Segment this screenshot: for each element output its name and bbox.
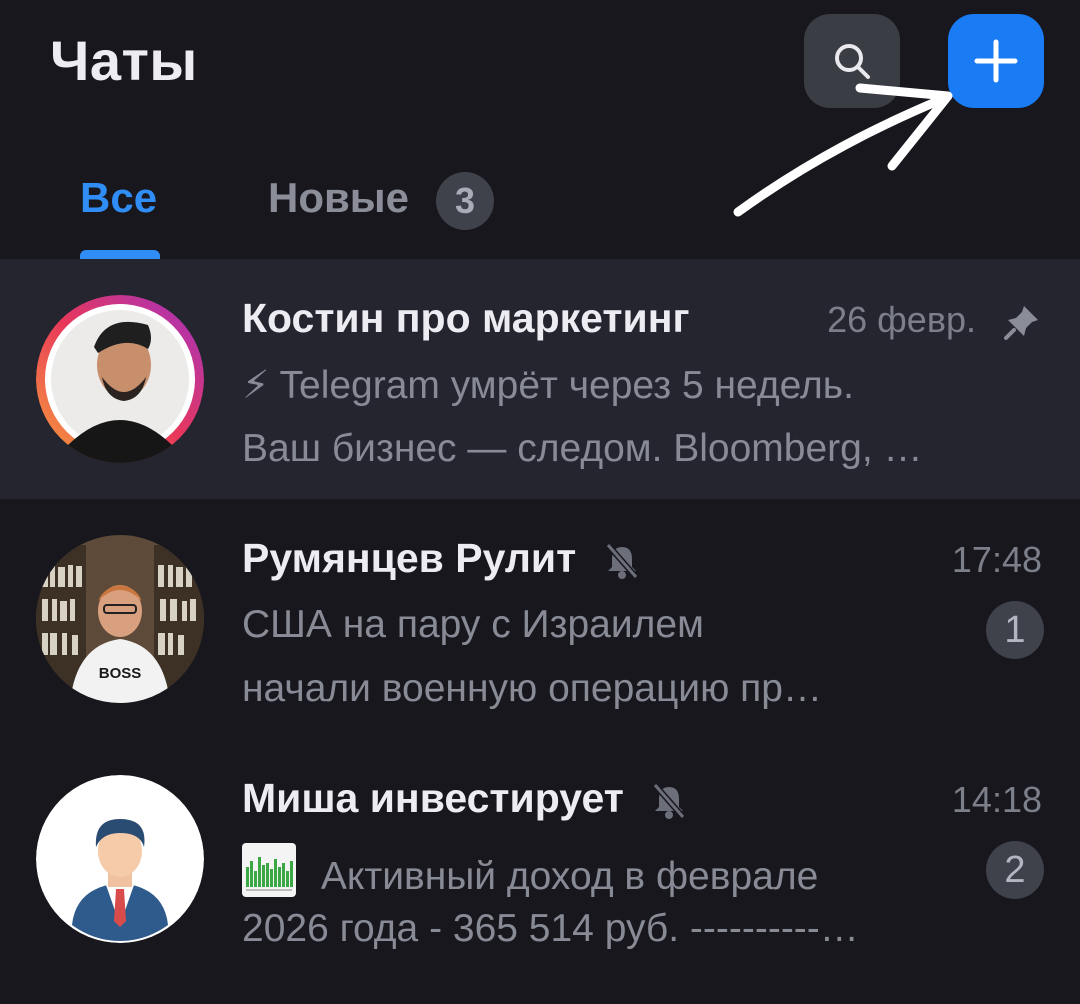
chat-item-rumyantsev[interactable]: BOSS Румянцев Рулит 17:48 США на пару с … (0, 499, 1080, 739)
chat-name-text: Костин про маркетинг (242, 295, 690, 341)
muted-bell-icon (652, 783, 686, 820)
chat-item-kostin[interactable]: Костин про маркетинг 26 февр. ⚡ Telegram… (0, 259, 1080, 499)
chat-name: Миша инвестирует (242, 775, 689, 822)
chat-date: 26 февр. (827, 299, 1042, 342)
new-chat-button[interactable] (948, 14, 1044, 108)
page-title: Чаты (50, 29, 198, 92)
message-preview-line2: 2026 года - 365 514 руб. ----------… (242, 907, 859, 950)
chat-name: Румянцев Рулит (242, 535, 642, 582)
chat-date-text: 26 февр. (827, 299, 976, 340)
message-preview-line2: Ваш бизнес — следом. Bloomberg, … (242, 427, 923, 470)
chat-date: 14:18 (951, 779, 1042, 820)
chat-item-misha[interactable]: Миша инвестирует 14:18 Активный доход в … (0, 739, 1080, 979)
message-preview-line1: ⚡ Telegram умрёт через 5 недель. (242, 364, 854, 407)
message-preview-line1-text: Активный доход в феврале (320, 855, 819, 898)
tab-new-badge: 3 (436, 172, 494, 230)
chart-thumbnail-icon (242, 843, 296, 897)
search-button[interactable] (804, 14, 900, 108)
search-icon (835, 44, 870, 79)
chat-name-text: Румянцев Рулит (242, 535, 577, 581)
chat-date: 17:48 (951, 539, 1042, 580)
message-preview-line1: США на пару с Израилем (242, 603, 704, 646)
unread-badge: 2 (986, 841, 1044, 899)
chat-filter-tabs: Все Новые 3 (0, 150, 1080, 260)
tab-all[interactable]: Все (80, 174, 157, 222)
tab-new[interactable]: Новые (268, 174, 409, 222)
unread-badge: 1 (986, 601, 1044, 659)
pin-icon (1004, 306, 1038, 341)
muted-bell-icon (605, 543, 638, 580)
avatar-boss-text: BOSS (99, 665, 142, 682)
plus-icon (974, 39, 1018, 83)
avatar (36, 775, 204, 943)
avatar: BOSS (36, 535, 204, 703)
avatar (36, 295, 204, 463)
app-header: Чаты (0, 0, 1080, 130)
chat-name: Костин про маркетинг (242, 295, 690, 342)
message-preview-line2: начали военную операцию пр… (242, 667, 822, 710)
chat-name-text: Миша инвестирует (242, 775, 624, 821)
message-preview-line1: Активный доход в феврале (242, 843, 818, 899)
